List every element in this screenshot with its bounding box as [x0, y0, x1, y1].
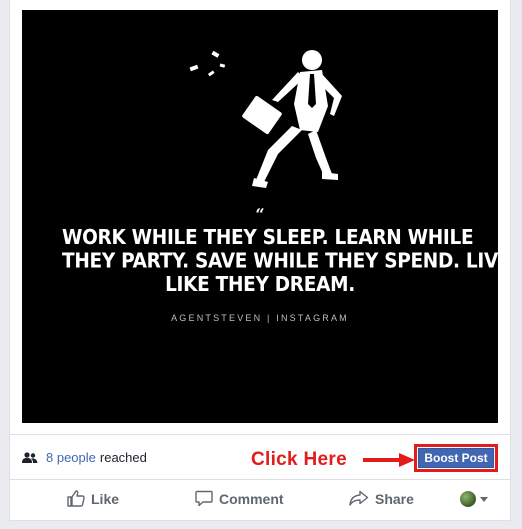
- boost-highlight: Boost Post: [414, 444, 498, 472]
- arrow-right-icon: [363, 453, 415, 467]
- reach-info: 8 people reached: [22, 450, 147, 465]
- quote-mark: “: [255, 205, 265, 224]
- click-here-annotation: Click Here: [251, 449, 347, 470]
- share-label: Share: [375, 490, 414, 507]
- people-icon: [22, 451, 38, 463]
- image-credit: AGENTSTEVEN | INSTAGRAM: [171, 313, 349, 323]
- quote-line-1: WORK WHILE THEY SLEEP. LEARN WHILE: [62, 226, 474, 250]
- reached-label: reached: [99, 450, 147, 465]
- quote-text: WORK WHILE THEY SLEEP. LEARN WHILE THEY …: [62, 226, 498, 297]
- audience-selector[interactable]: [460, 491, 488, 507]
- comment-label: Comment: [219, 490, 284, 507]
- quote-line-3: LIKE THEY DREAM.: [165, 273, 355, 297]
- like-label: Like: [91, 490, 120, 507]
- share-arrow-icon: [349, 490, 369, 506]
- avatar: [460, 491, 476, 507]
- reach-row: 8 people reached Click Here Boost Post: [10, 435, 510, 479]
- quote-line-2: THEY PARTY. SAVE WHILE THEY SPEND. LIVE: [62, 249, 498, 274]
- comment-button[interactable]: Comment: [195, 490, 284, 507]
- chevron-down-icon: [480, 496, 488, 502]
- comment-icon: [195, 490, 213, 507]
- running-businessman-illustration: [189, 50, 342, 188]
- post-image[interactable]: “ WORK WHILE THEY SLEEP. LEARN WHILE THE…: [22, 10, 498, 423]
- thumbs-up-icon: [67, 490, 85, 507]
- like-button[interactable]: Like: [67, 490, 119, 507]
- boost-post-button[interactable]: Boost Post: [418, 448, 494, 468]
- action-bar: Like Comment Share: [10, 480, 510, 520]
- people-reached-link[interactable]: 8 people: [46, 450, 96, 465]
- share-button[interactable]: Share: [349, 490, 414, 507]
- post-card: “ WORK WHILE THEY SLEEP. LEARN WHILE THE…: [9, 0, 511, 521]
